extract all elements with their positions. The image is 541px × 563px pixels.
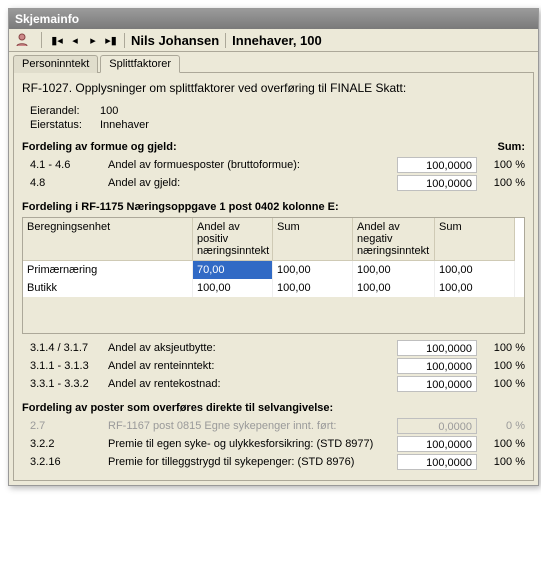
nav-first-button[interactable]: ▮◂ [48, 34, 66, 47]
grid-header-row: Beregningsenhet Andel av positiv nærings… [23, 218, 524, 261]
row-premie-tilleggstrygd: 3.2.16 Premie for tilleggstrygd til syke… [22, 454, 525, 470]
row-pct: 100 % [485, 456, 525, 468]
titlebar: Skjemainfo [9, 9, 538, 29]
tab-panel: RF-1027. Opplysninger om splittfaktorer … [13, 72, 534, 481]
section-title: Fordeling av poster som overføres direkt… [22, 402, 333, 414]
value-input[interactable]: 100,0000 [397, 157, 477, 173]
grid-cell-sum1: 100,00 [273, 261, 353, 279]
tab-splittfaktorer[interactable]: Splittfaktorer [100, 55, 180, 73]
owner-share-label: Eierandel: [30, 105, 100, 117]
grid-cell-sum1: 100,00 [273, 279, 353, 297]
grid-header-sum2: Sum [435, 218, 515, 261]
row-label: Premie for tilleggstrygd til sykepenger:… [108, 456, 397, 468]
grid-cell-neg[interactable]: 100,00 [353, 261, 435, 279]
row-code: 2.7 [30, 420, 108, 432]
row-label: Andel av gjeld: [108, 177, 397, 189]
toolbar: ▮◂ ◂ ▸ ▸▮ Nils Johansen Innehaver, 100 [9, 29, 538, 52]
row-pct: 100 % [485, 378, 525, 390]
row-aksjeutbytte: 3.1.4 / 3.1.7 Andel av aksjeutbytte: 100… [22, 340, 525, 356]
row-pct: 0 % [485, 420, 525, 432]
row-pct: 100 % [485, 438, 525, 450]
owner-status-label: Eierstatus: [30, 119, 100, 131]
row-pct: 100 % [485, 159, 525, 171]
person-icon [13, 31, 31, 49]
nav-next-button[interactable]: ▸ [84, 34, 102, 47]
row-code: 3.3.1 - 3.3.2 [30, 378, 108, 390]
row-renteinntekt: 3.1.1 - 3.1.3 Andel av renteinntekt: 100… [22, 358, 525, 374]
grid-cell-pos[interactable]: 70,00 [193, 261, 273, 279]
tab-personinntekt[interactable]: Personinntekt [13, 55, 98, 73]
grid-cell-name: Primærnæring [23, 261, 193, 279]
row-formuesposter: 4.1 - 4.6 Andel av formuesposter (brutto… [22, 157, 525, 173]
section-selvangivelse-header: Fordeling av poster som overføres direkt… [22, 402, 525, 414]
section-title: Fordeling av formue og gjeld: [22, 141, 177, 153]
owner-status-row: Eierstatus: Innehaver [30, 119, 525, 131]
table-row[interactable]: Butikk 100,00 100,00 100,00 100,00 [23, 279, 524, 297]
owner-status-value: Innehaver [100, 119, 149, 131]
row-pct: 100 % [485, 360, 525, 372]
row-label: Andel av renteinntekt: [108, 360, 397, 372]
value-input[interactable]: 100,0000 [397, 175, 477, 191]
form-description: RF-1027. Opplysninger om splittfaktorer … [22, 81, 525, 95]
grid-cell-sum2: 100,00 [435, 261, 515, 279]
person-role: Innehaver, 100 [226, 33, 328, 48]
value-input: 0,0000 [397, 418, 477, 434]
row-label: Andel av aksjeutbytte: [108, 342, 397, 354]
section-title: Fordeling i RF-1175 Næringsoppgave 1 pos… [22, 201, 339, 213]
window-title: Skjemainfo [15, 12, 79, 26]
value-input[interactable]: 100,0000 [397, 436, 477, 452]
grid-cell-name: Butikk [23, 279, 193, 297]
grid-cell-neg[interactable]: 100,00 [353, 279, 435, 297]
row-code: 3.2.16 [30, 456, 108, 468]
row-code: 4.1 - 4.6 [30, 159, 108, 171]
row-gjeld: 4.8 Andel av gjeld: 100,0000 100 % [22, 175, 525, 191]
table-row[interactable]: Primærnæring 70,00 100,00 100,00 100,00 [23, 261, 524, 279]
owner-share-row: Eierandel: 100 [30, 105, 525, 117]
row-label: RF-1167 post 0815 Egne sykepenger innt. … [108, 420, 397, 432]
grid-header-unit: Beregningsenhet [23, 218, 193, 261]
value-input[interactable]: 100,0000 [397, 358, 477, 374]
grid-header-sum1: Sum [273, 218, 353, 261]
row-label: Premie til egen syke- og ulykkesforsikri… [108, 438, 397, 450]
row-sykepenger-innt: 2.7 RF-1167 post 0815 Egne sykepenger in… [22, 418, 525, 434]
row-code: 3.1.4 / 3.1.7 [30, 342, 108, 354]
value-input[interactable]: 100,0000 [397, 454, 477, 470]
separator [41, 32, 42, 48]
section-formue-gjeld-header: Fordeling av formue og gjeld: Sum: [22, 141, 525, 153]
grid-cell-sum2: 100,00 [435, 279, 515, 297]
row-pct: 100 % [485, 342, 525, 354]
value-input[interactable]: 100,0000 [397, 340, 477, 356]
tabstrip: Personinntekt Splittfaktorer [9, 52, 538, 72]
nav-last-button[interactable]: ▸▮ [102, 34, 120, 47]
allocation-grid: Beregningsenhet Andel av positiv nærings… [22, 217, 525, 334]
window: Skjemainfo ▮◂ ◂ ▸ ▸▮ Nils Johansen Inneh… [8, 8, 539, 486]
row-label: Andel av rentekostnad: [108, 378, 397, 390]
sum-header: Sum: [485, 141, 525, 153]
row-code: 3.1.1 - 3.1.3 [30, 360, 108, 372]
grid-header-neg: Andel av negativ næringsinntekt [353, 218, 435, 261]
row-rentekostnad: 3.3.1 - 3.3.2 Andel av rentekostnad: 100… [22, 376, 525, 392]
grid-empty-area [23, 297, 524, 333]
grid-header-pos: Andel av positiv næringsinntekt [193, 218, 273, 261]
row-code: 3.2.2 [30, 438, 108, 450]
row-label: Andel av formuesposter (bruttoformue): [108, 159, 397, 171]
nav-prev-button[interactable]: ◂ [66, 34, 84, 47]
value-input[interactable]: 100,0000 [397, 376, 477, 392]
section-rf1175-header: Fordeling i RF-1175 Næringsoppgave 1 pos… [22, 201, 525, 213]
grid-cell-pos[interactable]: 100,00 [193, 279, 273, 297]
row-pct: 100 % [485, 177, 525, 189]
owner-share-value: 100 [100, 105, 118, 117]
tab-label: Personinntekt [22, 58, 89, 70]
person-name: Nils Johansen [124, 33, 226, 48]
row-premie-syke-ulykke: 3.2.2 Premie til egen syke- og ulykkesfo… [22, 436, 525, 452]
tab-label: Splittfaktorer [109, 58, 171, 70]
row-code: 4.8 [30, 177, 108, 189]
